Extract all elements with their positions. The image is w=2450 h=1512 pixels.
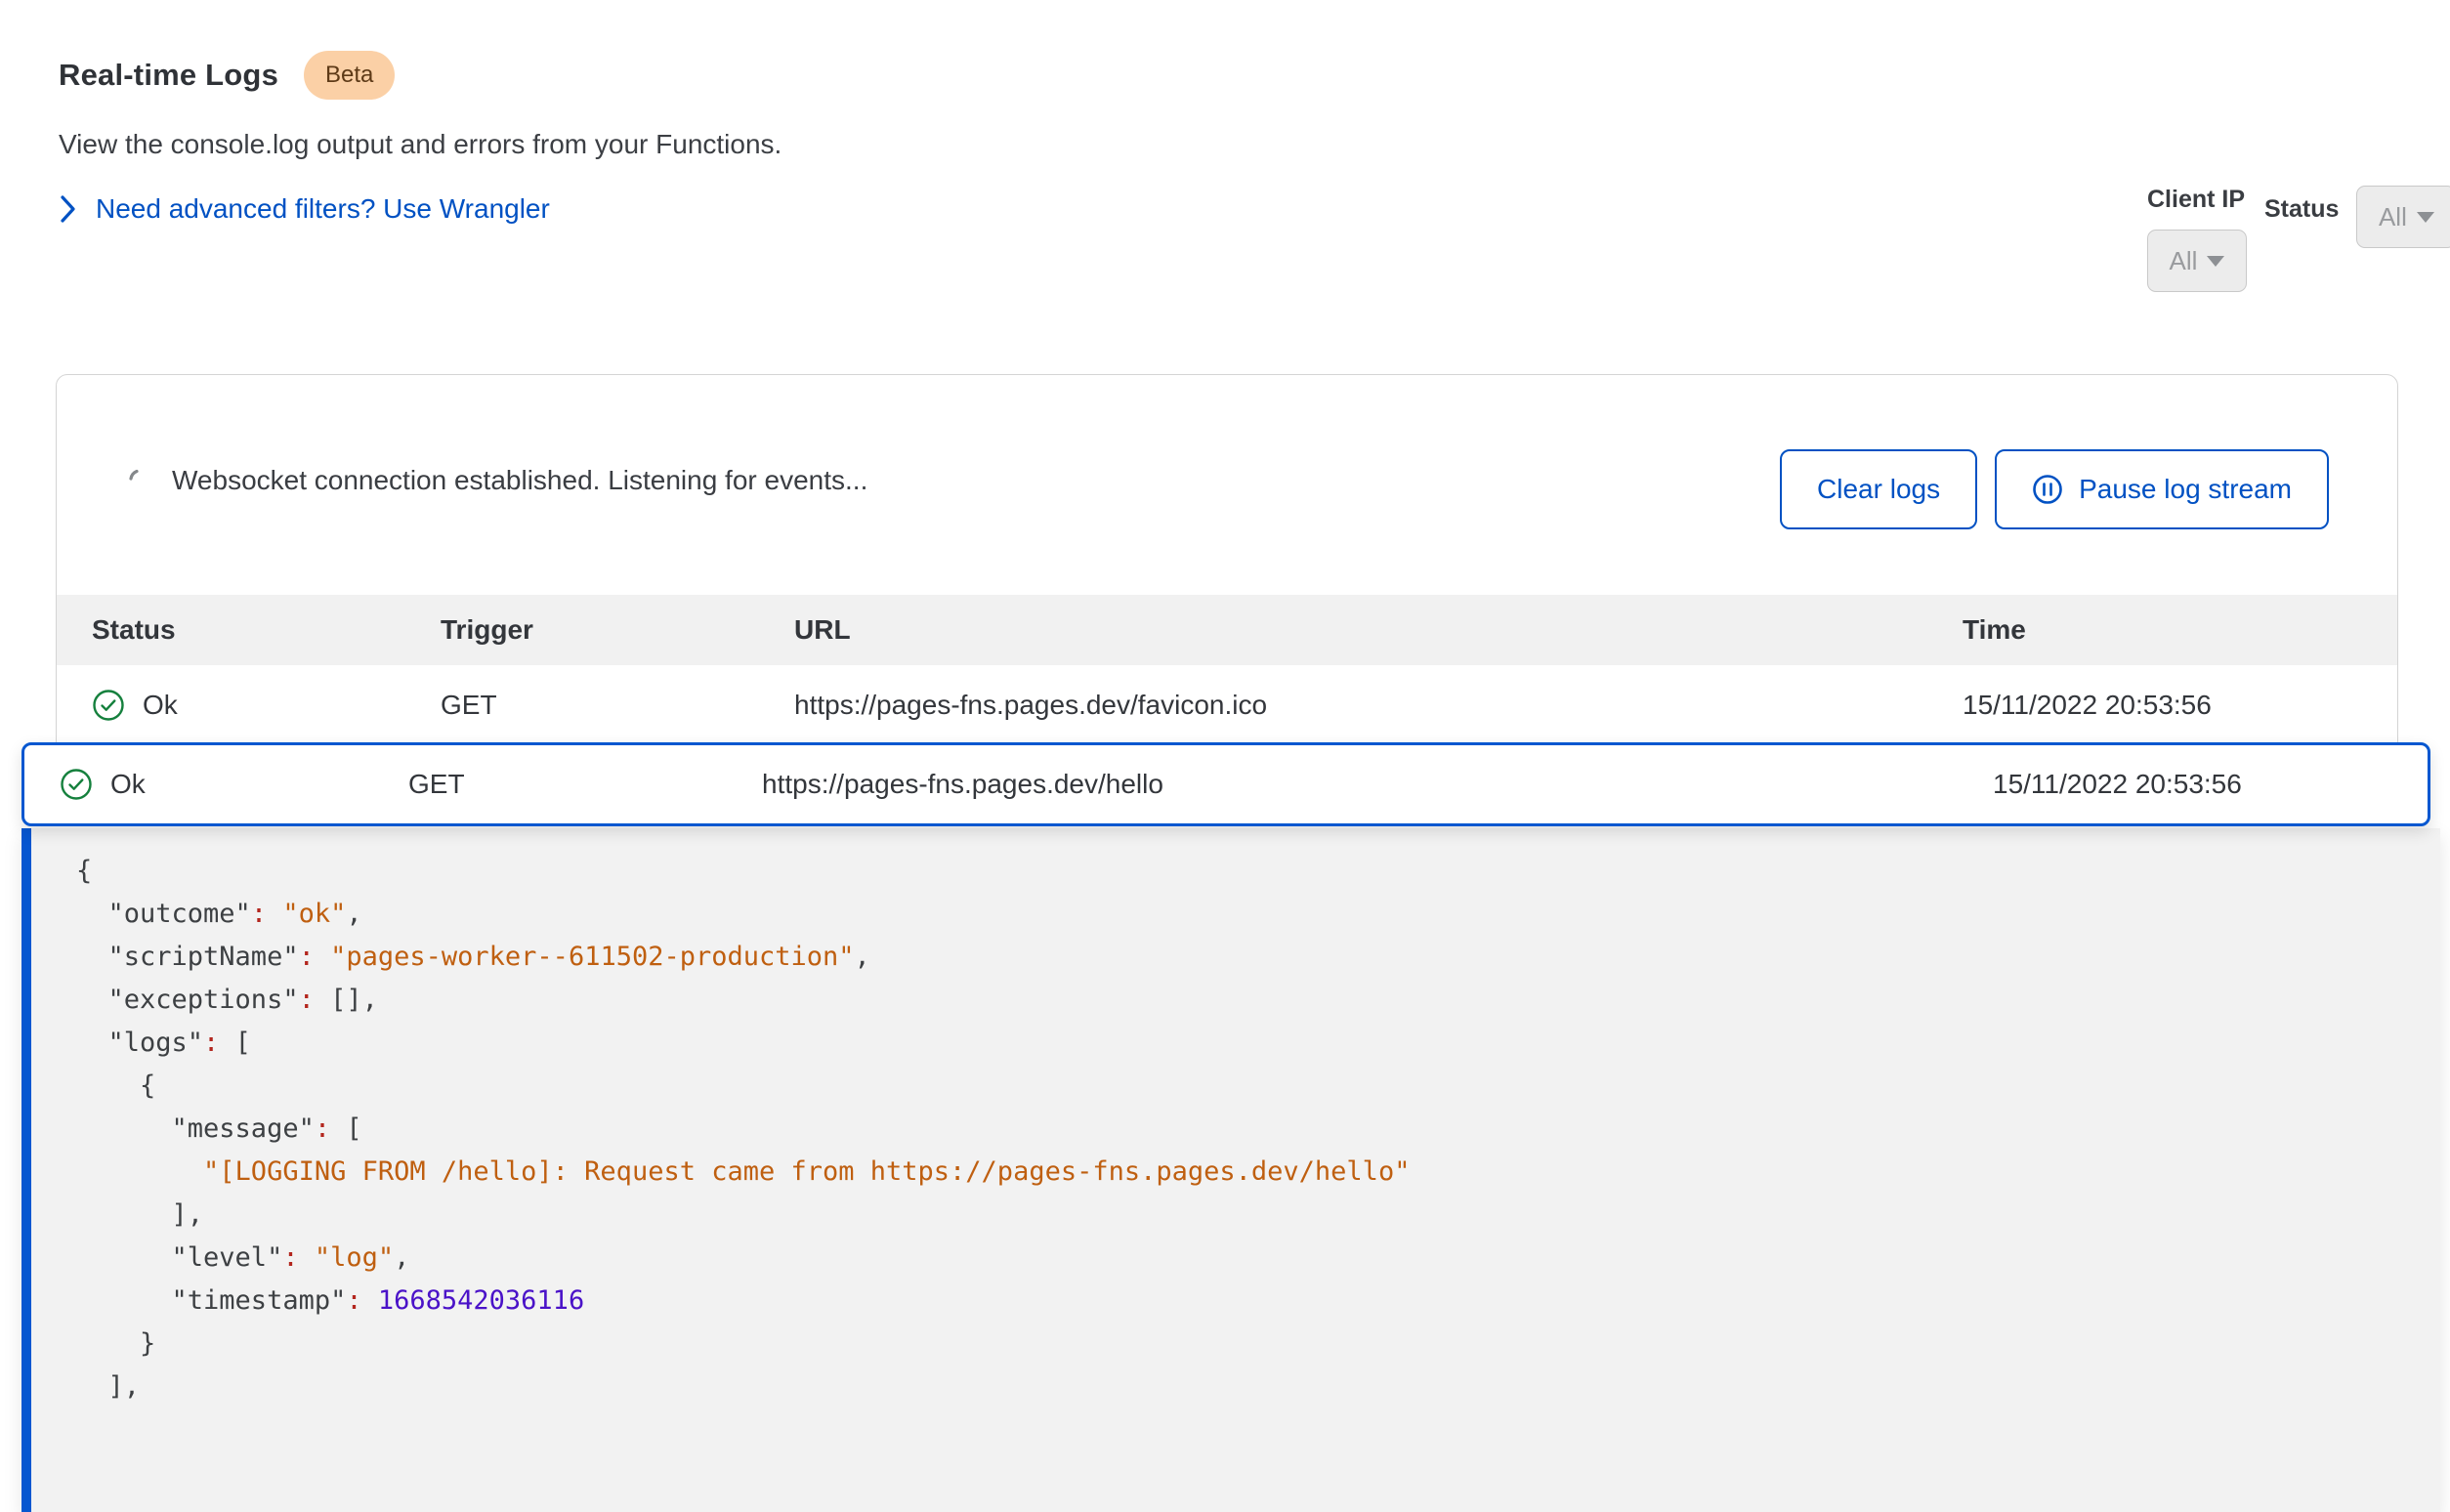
clear-logs-label: Clear logs xyxy=(1817,474,1940,505)
page-title: Real-time Logs xyxy=(59,58,278,93)
column-header-status: Status xyxy=(92,614,441,646)
status-text: Ok xyxy=(110,769,146,800)
pause-icon xyxy=(2032,474,2063,505)
pause-log-stream-label: Pause log stream xyxy=(2079,474,2292,505)
column-header-time: Time xyxy=(1963,614,2397,646)
time-text: 15/11/2022 20:53:56 xyxy=(1993,769,2428,800)
status-text: Ok xyxy=(143,690,178,721)
beta-badge: Beta xyxy=(304,51,395,100)
status-cell: Ok xyxy=(92,689,441,722)
trigger-text: GET xyxy=(408,769,762,800)
spinner-icon xyxy=(127,468,152,493)
websocket-status-text: Websocket connection established. Listen… xyxy=(172,465,867,496)
url-text: https://pages-fns.pages.dev/hello xyxy=(762,769,1993,800)
client-ip-label: Client IP xyxy=(2147,186,2247,214)
status-filter-label: Status xyxy=(2264,195,2339,224)
clear-logs-button[interactable]: Clear logs xyxy=(1780,449,1977,529)
table-header: Status Trigger URL Time xyxy=(57,595,2397,665)
status-dropdown[interactable]: All xyxy=(2356,186,2450,248)
table-row-selected[interactable]: Ok GEThttps://pages-fns.pages.dev/hello15… xyxy=(21,742,2430,826)
status-cell: Ok xyxy=(60,768,408,801)
chevron-right-icon xyxy=(59,194,76,224)
status-ok-icon xyxy=(60,768,93,801)
column-header-trigger: Trigger xyxy=(441,614,794,646)
wrangler-link[interactable]: Need advanced filters? Use Wrangler xyxy=(59,193,550,225)
client-ip-value: All xyxy=(2170,246,2198,276)
pause-log-stream-button[interactable]: Pause log stream xyxy=(1995,449,2329,529)
column-header-url: URL xyxy=(794,614,1963,646)
status-filter-value: All xyxy=(2379,202,2407,232)
table-body: Ok GEThttps://pages-fns.pages.dev/favicon… xyxy=(57,665,2397,745)
url-text: https://pages-fns.pages.dev/favicon.ico xyxy=(794,690,1963,721)
log-json: { "outcome": "ok", "scriptName": "pages-… xyxy=(31,828,2440,1448)
caret-down-icon xyxy=(2207,256,2224,267)
page-subtitle: View the console.log output and errors f… xyxy=(59,129,781,160)
client-ip-dropdown[interactable]: All xyxy=(2147,230,2247,292)
trigger-text: GET xyxy=(441,690,794,721)
log-detail-panel: { "outcome": "ok", "scriptName": "pages-… xyxy=(21,828,2440,1512)
table-row[interactable]: Ok GEThttps://pages-fns.pages.dev/favicon… xyxy=(57,665,2397,745)
wrangler-link-text[interactable]: Need advanced filters? Use Wrangler xyxy=(96,193,550,225)
time-text: 15/11/2022 20:53:56 xyxy=(1963,690,2397,721)
status-ok-icon xyxy=(92,689,125,722)
caret-down-icon xyxy=(2417,212,2434,223)
